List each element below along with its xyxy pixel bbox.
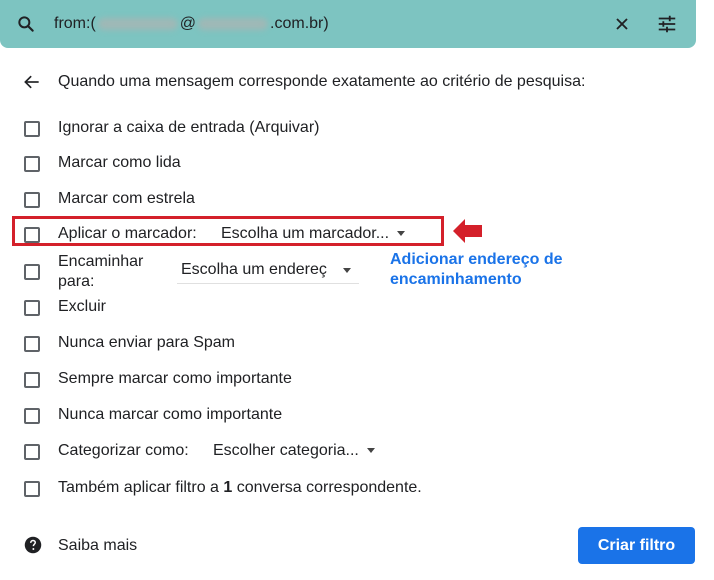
query-prefix: from:( <box>54 15 96 32</box>
query-at: @ <box>179 15 197 32</box>
learn-more-link[interactable]: Saiba mais <box>58 537 137 555</box>
category-dropdown[interactable]: Escolher categoria... <box>213 442 375 460</box>
tune-icon[interactable] <box>656 13 678 35</box>
forward-label-line2: para: <box>58 273 95 290</box>
checkbox[interactable] <box>24 264 40 280</box>
redacted-text <box>97 17 178 30</box>
link-line1: Adicionar endereço de <box>390 251 563 268</box>
checkbox[interactable] <box>24 444 40 460</box>
link-line2: encaminhamento <box>390 271 522 288</box>
checkbox[interactable] <box>24 372 40 388</box>
redacted-text <box>198 17 269 30</box>
checkbox[interactable] <box>24 408 40 424</box>
option-apply-label[interactable]: Aplicar o marcador: Escolha um marcador.… <box>24 223 424 247</box>
also-apply-prefix: Também aplicar filtro a <box>58 479 224 496</box>
also-apply-suffix: conversa correspondente. <box>232 479 422 496</box>
checkbox[interactable] <box>24 227 40 243</box>
caret-down-icon[interactable] <box>343 268 351 273</box>
forward-label: Encaminhar para: <box>58 252 143 292</box>
checkbox[interactable] <box>24 300 40 316</box>
search-input[interactable]: from:( @ .com.br) <box>54 15 329 33</box>
red-arrow-icon <box>453 219 482 243</box>
match-count: 1 <box>223 479 233 496</box>
option-label: Marcar como lida <box>58 154 181 171</box>
checkbox[interactable] <box>24 121 40 137</box>
search-icon[interactable] <box>16 14 36 34</box>
option-categorize[interactable]: Categorizar como: Escolher categoria... <box>24 440 424 464</box>
option-label: Marcar com estrela <box>58 190 195 207</box>
back-arrow-icon[interactable] <box>22 72 42 92</box>
caret-down-icon <box>397 231 406 237</box>
caret-down-icon <box>366 448 375 454</box>
option-label: Categorizar como: <box>58 442 189 459</box>
checkbox[interactable] <box>24 156 40 172</box>
create-filter-button[interactable]: Criar filtro <box>578 527 695 564</box>
dropdown-value: Escolha um marcador... <box>221 225 390 242</box>
option-label: Também aplicar filtro a 1 conversa corre… <box>58 479 422 497</box>
close-icon[interactable] <box>612 14 632 34</box>
option-label: Nunca enviar para Spam <box>58 334 235 351</box>
option-also-apply[interactable]: Também aplicar filtro a 1 conversa corre… <box>24 477 524 501</box>
label-dropdown[interactable]: Escolha um marcador... <box>221 225 406 243</box>
query-suffix: .com.br) <box>270 15 329 32</box>
forward-label-line1: Encaminhar <box>58 253 144 270</box>
search-bar[interactable]: from:( @ .com.br) <box>0 0 696 48</box>
option-label: Excluir <box>58 298 107 315</box>
checkbox[interactable] <box>24 481 40 497</box>
dropdown-value: Escolher categoria... <box>213 442 359 459</box>
option-label: Ignorar a caixa de entrada (Arquivar) <box>58 119 320 136</box>
checkbox[interactable] <box>24 192 40 208</box>
forward-address-dropdown[interactable]: Escolha um endereç <box>181 261 351 279</box>
help-icon[interactable] <box>24 536 42 554</box>
option-label: Aplicar o marcador: <box>58 225 197 242</box>
criteria-heading: Quando uma mensagem corresponde exatamen… <box>58 73 586 90</box>
checkbox[interactable] <box>24 336 40 352</box>
dropdown-underline <box>177 283 359 284</box>
add-forwarding-address-link[interactable]: Adicionar endereço de encaminhamento <box>390 250 563 290</box>
option-label: Sempre marcar como importante <box>58 370 292 387</box>
option-label: Nunca marcar como importante <box>58 406 283 423</box>
